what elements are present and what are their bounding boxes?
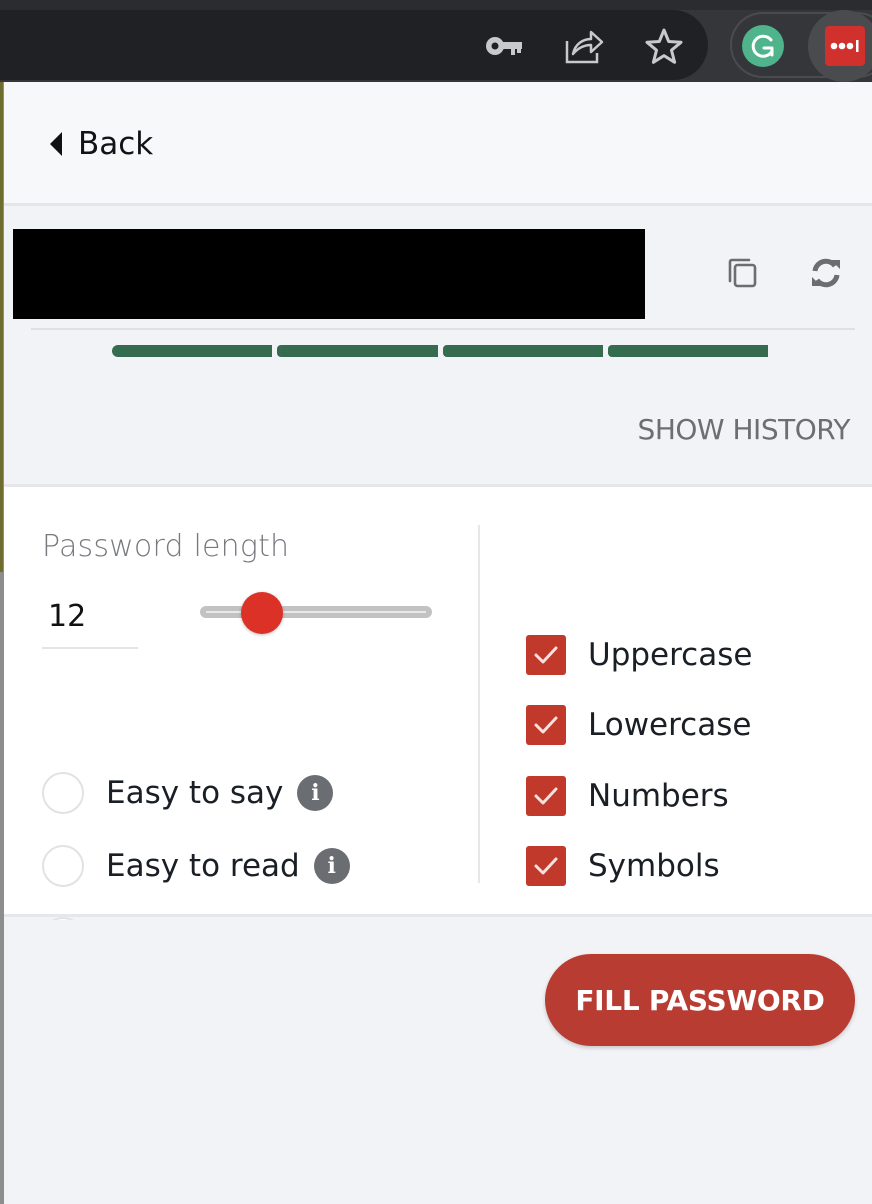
checkbox-lowercase[interactable]: Lowercase [526, 703, 751, 747]
popup-header: Back [4, 82, 872, 206]
regenerate-button[interactable] [806, 253, 846, 293]
refresh-icon [812, 258, 840, 288]
password-length-input[interactable] [42, 585, 138, 649]
show-history-link[interactable]: SHOW HISTORY [638, 413, 851, 446]
checkbox-label: Uppercase [588, 637, 753, 673]
radio-button[interactable] [42, 845, 84, 887]
copy-icon [728, 258, 757, 288]
checkbox-label: Lowercase [588, 707, 752, 743]
password-generator-popup: Back SHOW HISTORY Password length 12 Eas… [4, 82, 872, 1204]
info-icon[interactable]: i [297, 775, 334, 811]
checkbox-checked[interactable] [526, 635, 566, 675]
password-field-underline [31, 328, 855, 330]
checkbox-symbols[interactable]: Symbols [526, 844, 720, 888]
radio-button[interactable] [42, 772, 84, 814]
checkbox-numbers[interactable]: Numbers [526, 774, 729, 818]
password-strength-meter [112, 345, 768, 357]
checkbox-checked[interactable] [526, 776, 566, 816]
share-icon[interactable] [564, 26, 604, 66]
password-length-label: Password length [42, 529, 290, 564]
checkmark-icon [534, 857, 558, 875]
slider-track-inner [206, 611, 426, 613]
checkbox-uppercase[interactable]: Uppercase [526, 633, 752, 677]
radio-label: Easy to say [106, 775, 284, 811]
checkbox-checked[interactable] [526, 705, 566, 745]
browser-toolbar [0, 0, 872, 82]
checkmark-icon [534, 646, 558, 664]
radio-label: Easy to read [106, 848, 300, 884]
mode-easy-to-say[interactable]: Easy to say i [42, 768, 334, 818]
generator-options: Password length Easy to say i Easy to re… [4, 487, 872, 959]
back-button[interactable]: Back [50, 122, 153, 166]
strength-segment [607, 345, 768, 357]
copy-button[interactable] [722, 253, 762, 293]
caret-left-icon [50, 132, 62, 156]
info-icon[interactable]: i [313, 848, 350, 884]
page-background-edge-accent [0, 82, 3, 572]
strength-segment [112, 345, 273, 357]
star-icon[interactable] [644, 26, 684, 66]
slider-thumb[interactable] [241, 592, 284, 634]
checkbox-label: Symbols [588, 848, 720, 884]
fill-password-button[interactable]: FILL PASSWORD [545, 954, 855, 1046]
back-label: Back [78, 126, 154, 162]
lastpass-extension-icon[interactable] [825, 26, 865, 66]
password-length-slider[interactable] [200, 590, 432, 634]
checkmark-icon [534, 787, 558, 805]
key-icon[interactable] [484, 26, 524, 66]
strength-segment [442, 345, 603, 357]
generated-password-field[interactable] [13, 229, 645, 319]
mode-easy-to-read[interactable]: Easy to read i [42, 841, 350, 891]
checkmark-icon [534, 716, 558, 734]
checkbox-checked[interactable] [526, 846, 566, 886]
options-divider [478, 525, 480, 883]
tab-strip-edge [0, 0, 872, 10]
strength-segment [277, 345, 438, 357]
grammarly-extension-icon[interactable] [742, 25, 784, 67]
checkbox-label: Numbers [588, 778, 729, 814]
popup-footer: FILL PASSWORD [4, 920, 872, 1204]
generated-password-section: SHOW HISTORY [4, 209, 872, 487]
